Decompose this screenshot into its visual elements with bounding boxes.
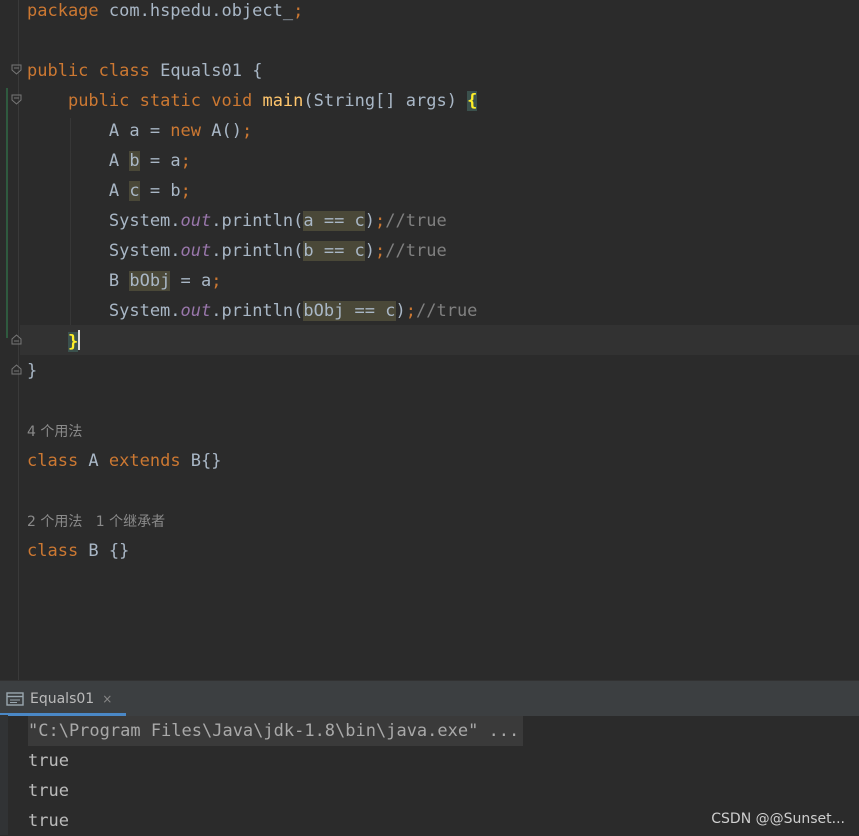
highlighted-expression: bObj == c bbox=[303, 301, 396, 321]
console-output-line: true bbox=[28, 811, 69, 831]
code-text: B bbox=[27, 271, 130, 291]
comment: //true bbox=[416, 301, 478, 321]
code-line[interactable]: System.out.println(bObj == c);//true bbox=[27, 300, 477, 330]
highlighted-variable: c bbox=[129, 181, 140, 201]
code-line[interactable]: B bObj = a; bbox=[27, 270, 222, 300]
code-line[interactable]: A a = new A(); bbox=[27, 120, 252, 150]
code-text: A bbox=[27, 181, 130, 201]
text-caret bbox=[78, 330, 81, 350]
code-line-package[interactable]: package com.hspedu.object_; bbox=[27, 0, 303, 30]
usage-hint[interactable]: 2 个用法 1 个继承者 bbox=[27, 511, 165, 531]
watermark: CSDN @@Sunset... bbox=[711, 811, 845, 827]
run-tab[interactable]: Equals01 × bbox=[0, 681, 122, 716]
semicolon: ; bbox=[375, 211, 386, 231]
static-field: out bbox=[180, 241, 212, 261]
keyword: new bbox=[170, 121, 202, 141]
static-field: out bbox=[180, 211, 212, 231]
code-line-main-decl[interactable]: public static void main(String[] args) { bbox=[27, 90, 478, 120]
code-text: .println( bbox=[211, 211, 304, 231]
run-tab-bar: Equals01 × bbox=[0, 680, 859, 716]
code-text: System. bbox=[27, 211, 181, 231]
static-field: out bbox=[180, 301, 212, 321]
highlighted-expression: b == c bbox=[303, 241, 365, 261]
highlighted-variable: bObj bbox=[129, 271, 171, 291]
keyword: class bbox=[88, 61, 150, 81]
code-line[interactable]: System.out.println(a == c);//true bbox=[27, 210, 447, 240]
fold-icon[interactable] bbox=[11, 94, 22, 105]
keyword: static bbox=[129, 91, 202, 111]
code-text: B{} bbox=[180, 451, 222, 471]
semicolon: ; bbox=[293, 1, 304, 21]
code-line-class-b[interactable]: class B {} bbox=[27, 540, 129, 570]
code-line[interactable]: System.out.println(b == c);//true bbox=[27, 240, 447, 270]
code-line-class-decl[interactable]: public class Equals01 { bbox=[27, 60, 262, 90]
code-text: System. bbox=[27, 301, 181, 321]
keyword: public bbox=[67, 91, 130, 111]
usage-hint[interactable]: 4 个用法 bbox=[27, 421, 82, 441]
keyword: public bbox=[27, 61, 89, 81]
console-output-line: true bbox=[28, 781, 69, 801]
code-text: A() bbox=[201, 121, 242, 141]
highlighted-expression: a == c bbox=[303, 211, 365, 231]
comment: //true bbox=[385, 241, 447, 261]
comment: //true bbox=[385, 211, 447, 231]
code-text: B {} bbox=[78, 541, 130, 561]
console-command-line: "C:\Program Files\Java\jdk-1.8\bin\java.… bbox=[28, 716, 524, 746]
keyword: void bbox=[201, 91, 253, 111]
code-text: ) bbox=[395, 301, 406, 321]
code-text: A bbox=[27, 151, 130, 171]
keyword: class bbox=[27, 541, 79, 561]
package-name: com.hspedu.object_ bbox=[98, 1, 294, 21]
code-editor[interactable]: package com.hspedu.object_; public class… bbox=[0, 0, 859, 680]
run-panel: Equals01 × "C:\Program Files\Java\jdk-1.… bbox=[0, 680, 859, 835]
semicolon: ; bbox=[180, 151, 191, 171]
code-text: ) bbox=[364, 211, 376, 231]
keyword: class bbox=[27, 451, 79, 471]
class-name: A bbox=[78, 451, 109, 471]
console-output-line: true bbox=[28, 751, 69, 771]
code-text: .println( bbox=[211, 241, 304, 261]
semicolon: ; bbox=[180, 181, 191, 201]
keyword: package bbox=[27, 1, 99, 21]
close-brace: } bbox=[67, 332, 79, 352]
code-line-close-main[interactable]: } bbox=[27, 330, 81, 360]
code-text: = a bbox=[139, 151, 181, 171]
class-name: Equals01 { bbox=[149, 61, 263, 81]
fold-icon[interactable] bbox=[11, 364, 22, 375]
code-text: ) bbox=[364, 241, 376, 261]
open-brace: { bbox=[467, 91, 478, 111]
close-icon[interactable]: × bbox=[102, 692, 112, 706]
code-text: = b bbox=[139, 181, 181, 201]
code-text: A a = bbox=[27, 121, 171, 141]
code-text: = a bbox=[170, 271, 212, 291]
code-line[interactable]: A c = b; bbox=[27, 180, 191, 210]
code-text: System. bbox=[27, 241, 181, 261]
semicolon: ; bbox=[375, 241, 386, 261]
fold-icon[interactable] bbox=[11, 64, 22, 75]
vcs-change-marker bbox=[6, 88, 8, 338]
semicolon: ; bbox=[211, 271, 222, 291]
semicolon: ; bbox=[241, 121, 253, 141]
fold-icon[interactable] bbox=[11, 334, 22, 345]
code-line[interactable]: A b = a; bbox=[27, 150, 191, 180]
method-name: main bbox=[252, 91, 304, 111]
close-brace: } bbox=[27, 361, 38, 381]
code-text: .println( bbox=[211, 301, 304, 321]
highlighted-variable: b bbox=[129, 151, 140, 171]
run-tab-icon bbox=[6, 691, 24, 706]
code-line-close-class[interactable]: } bbox=[27, 360, 37, 390]
code-line-class-a[interactable]: class A extends B{} bbox=[27, 450, 222, 480]
method-params: (String[] args) bbox=[303, 91, 468, 111]
run-tab-label: Equals01 bbox=[30, 690, 95, 707]
semicolon: ; bbox=[405, 301, 416, 321]
keyword: extends bbox=[108, 451, 181, 471]
